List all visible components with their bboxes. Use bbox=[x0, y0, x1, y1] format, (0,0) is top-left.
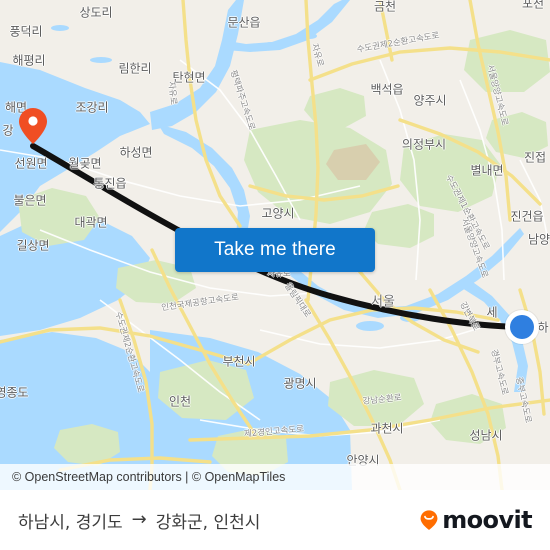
moovit-wordmark: moovit bbox=[442, 506, 532, 534]
destination-dot-inner bbox=[510, 315, 534, 339]
route-summary: 하남시, 경기도 → 강화군, 인천시 bbox=[0, 508, 260, 533]
destination-dot-icon[interactable] bbox=[505, 310, 539, 344]
origin-pin-icon[interactable] bbox=[18, 107, 48, 145]
moovit-pin-icon bbox=[420, 510, 438, 530]
route-origin-label: 하남시, 경기도 bbox=[18, 512, 123, 533]
moovit-map-screen: 상도리 풍덕리 해평리 림한리 탄현면 문산읍 해면 조강리 강 선원면 월곶면 하성면 통진읍 불은면 대… bbox=[0, 0, 550, 550]
arrow-right-icon: → bbox=[131, 509, 147, 530]
map-attribution-text[interactable]: © OpenStreetMap contributors | © OpenMap… bbox=[0, 470, 285, 484]
map-attribution-bar: © OpenStreetMap contributors | © OpenMap… bbox=[0, 464, 550, 490]
map-viewport[interactable]: 상도리 풍덕리 해평리 림한리 탄현면 문산읍 해면 조강리 강 선원면 월곶면 하성면 통진읍 불은면 대… bbox=[0, 0, 550, 490]
take-me-there-button[interactable]: Take me there bbox=[175, 228, 375, 272]
route-destination-label: 강화군, 인천시 bbox=[155, 512, 261, 533]
footer-bar: 하남시, 경기도 → 강화군, 인천시 moovit bbox=[0, 490, 550, 550]
moovit-logo[interactable]: moovit bbox=[418, 506, 550, 534]
